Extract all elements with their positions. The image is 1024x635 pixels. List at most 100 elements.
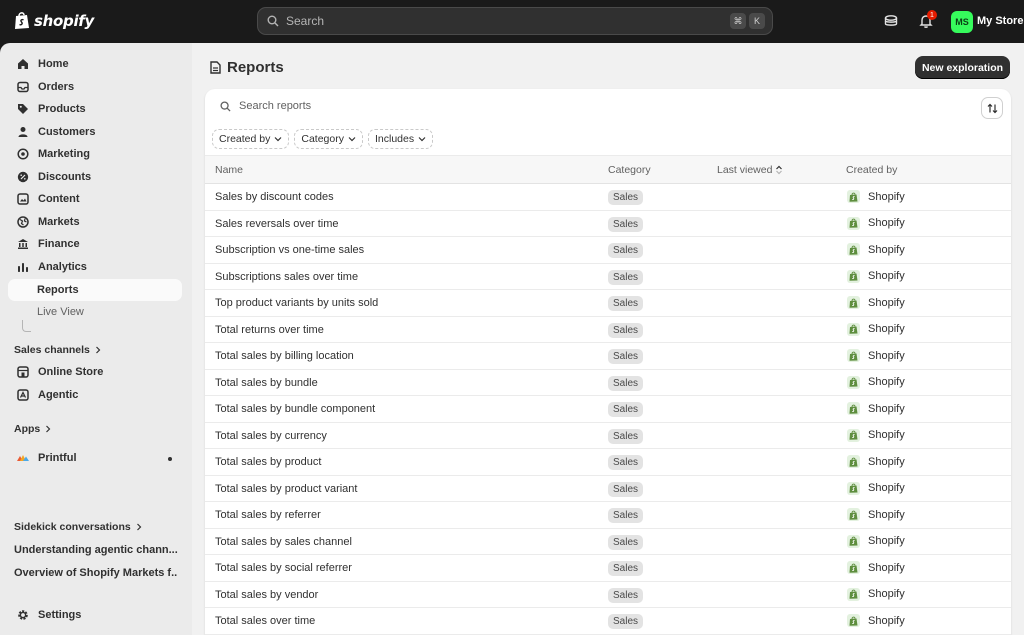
sidebar-item-live-view[interactable]: Live View [8,301,182,323]
report-name[interactable]: Total sales by bundle component [215,403,375,415]
report-name[interactable]: Subscriptions sales over time [215,271,358,283]
table-row[interactable]: Total sales by currency Sales Shopify [205,423,1011,449]
table-row[interactable]: Total sales by sales channel Sales Shopify [205,529,1011,555]
table-row[interactable]: Total sales by social referrer Sales Shopi… [205,555,1011,582]
column-header-name[interactable]: Name [215,164,243,176]
conversation-item[interactable]: Overview of Shopify Markets f... [14,567,178,579]
created-by-cell: Shopify [847,428,905,442]
category-badge: Sales [608,455,644,470]
report-name[interactable]: Sales reversals over time [215,218,339,230]
report-name[interactable]: Total returns over time [215,324,324,336]
filter-includes[interactable]: Includes [367,129,434,149]
new-exploration-button[interactable]: New exploration [915,56,1010,79]
sidebar-item-agentic[interactable]: Agentic [8,384,182,406]
shopify-bag-icon [847,402,860,415]
sidebar-item-label: Printful [38,452,77,464]
report-name[interactable]: Total sales by product variant [215,483,357,495]
report-name[interactable]: Total sales by referrer [215,509,321,521]
table-row[interactable]: Total sales by vendor Sales Shopify [205,582,1011,608]
table-row[interactable]: Total sales over time Sales Shopify [205,608,1011,635]
creator-name: Shopify [868,588,905,600]
shopify-logo[interactable]: shopify [14,11,94,30]
store-name[interactable]: My Store [977,15,1023,27]
report-name[interactable]: Total sales by vendor [215,589,318,601]
search-placeholder: Search [286,14,325,28]
logo-text: shopify [34,11,94,30]
sort-arrows-icon [987,103,997,113]
sidebar-item-printful[interactable]: Printful [8,447,182,469]
shopify-bag-icon [15,12,29,29]
sidebar-item-label: Online Store [38,366,104,378]
report-name[interactable]: Total sales by product [215,456,321,468]
store-switcher-icon[interactable] [883,13,899,29]
shopify-bag-icon [847,614,860,627]
report-name[interactable]: Total sales by social referrer [215,562,352,574]
report-name[interactable]: Top product variants by units sold [215,297,378,309]
table-row[interactable]: Sales reversals over time Sales Shopify [205,211,1011,237]
apps-heading[interactable]: Apps [14,423,51,435]
created-by-cell: Shopify [847,561,905,574]
global-search[interactable]: Search ⌘ K [257,7,773,35]
sales-channels-heading[interactable]: Sales channels [14,344,101,356]
avatar[interactable]: MS [951,11,973,33]
chevron-down-icon [274,137,282,142]
table-row[interactable]: Total sales by referrer Sales Shopify [205,502,1011,529]
table-row[interactable]: Total sales by product Sales Shopify [205,449,1011,476]
column-header-created-by[interactable]: Created by [846,164,897,176]
sidebar-item-products[interactable]: Products [8,98,182,120]
report-name[interactable]: Total sales by billing location [215,350,354,362]
sidebar-item-discounts[interactable]: Discounts [8,166,182,188]
sidekick-conversations-heading[interactable]: Sidekick conversations [14,521,142,533]
report-name[interactable]: Total sales over time [215,615,315,627]
shopify-bag-icon [847,243,860,256]
table-row[interactable]: Total sales by bundle component Sales Shop… [205,396,1011,423]
creator-name: Shopify [868,270,905,282]
table-row[interactable]: Subscription vs one-time sales Sales Shopi… [205,237,1011,264]
table-row[interactable]: Sales by discount codes Sales Shopify [205,184,1011,211]
sort-indicator-icon [776,165,783,175]
sidebar-item-reports[interactable]: Reports [8,279,182,301]
column-header-category[interactable]: Category [608,164,651,176]
creator-name: Shopify [868,243,905,256]
shopify-bag-icon [847,587,860,601]
sidebar-item-settings[interactable]: Settings [8,604,182,626]
table-row[interactable]: Top product variants by units sold Sales S… [205,290,1011,317]
sidebar-item-markets[interactable]: Markets [8,211,182,233]
target-icon [16,147,30,161]
sidebar-item-finance[interactable]: Finance [8,233,182,255]
page-title: Reports [210,59,284,76]
filter-created-by[interactable]: Created by [212,129,290,149]
filter-bar: Created by Category Includes [212,129,434,149]
created-by-cell: Shopify [847,587,905,601]
sidebar-item-marketing[interactable]: Marketing [8,143,182,165]
table-row[interactable]: Total returns over time Sales Shopify [205,317,1011,343]
sidebar-item-online-store[interactable]: Online Store [8,361,182,383]
column-header-last-viewed[interactable]: Last viewed [717,164,783,176]
created-by-cell: Shopify [847,243,905,256]
table-row[interactable]: Subscriptions sales over time Sales Shopif… [205,264,1011,290]
sidebar-item-label: Reports [37,284,79,296]
sort-button[interactable] [981,97,1003,119]
table-row[interactable]: Total sales by billing location Sales Shop… [205,343,1011,370]
report-name[interactable]: Total sales by currency [215,430,327,442]
content-icon [16,192,30,206]
sidebar-item-orders[interactable]: Orders [8,76,182,98]
conversation-item[interactable]: Understanding agentic chann... [14,544,178,556]
shopify-bag-icon [847,455,860,468]
report-name[interactable]: Total sales by sales channel [215,536,352,548]
report-name[interactable]: Sales by discount codes [215,191,334,203]
reports-search-input[interactable]: Search reports [220,100,311,112]
sidebar-item-analytics[interactable]: Analytics [8,256,182,278]
filter-label: Includes [374,133,415,145]
report-name[interactable]: Subscription vs one-time sales [215,244,364,256]
sidebar-item-label: Finance [38,238,80,250]
report-name[interactable]: Total sales by bundle [215,377,318,389]
creator-name: Shopify [868,429,905,441]
creator-name: Shopify [868,535,905,547]
sidebar-item-home[interactable]: Home [8,53,182,75]
sidebar-item-content[interactable]: Content [8,188,182,210]
sidebar-item-customers[interactable]: Customers [8,121,182,143]
table-row[interactable]: Total sales by product variant Sales Shopi… [205,476,1011,502]
filter-category[interactable]: Category [294,129,363,149]
table-row[interactable]: Total sales by bundle Sales Shopify [205,370,1011,396]
